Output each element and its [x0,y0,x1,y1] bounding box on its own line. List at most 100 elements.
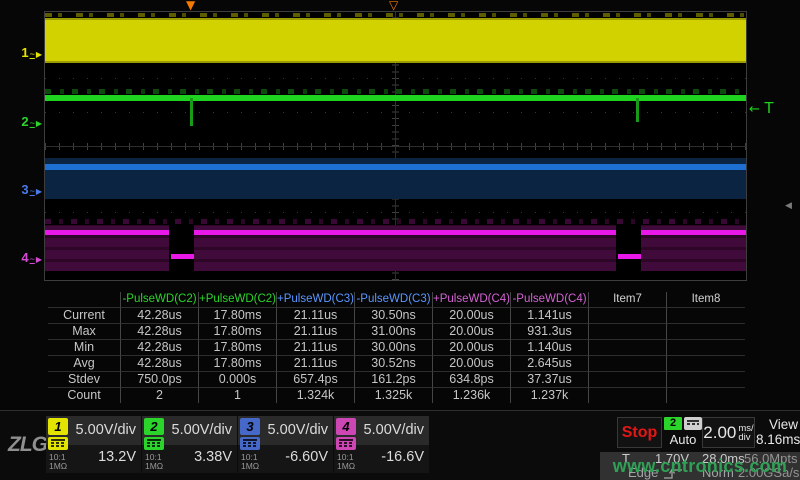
channel-2-badge[interactable]: 2 [144,418,164,435]
measurement-row-label: Max [48,324,121,340]
probe-info: 10:11MΩ [145,453,163,471]
measurement-value-cell [667,340,745,356]
measurement-corner-cell [48,292,121,308]
measurement-value-cell [667,372,745,388]
measurement-value-cell: 1.140us [511,340,589,356]
ch3-trace [45,164,746,170]
measurement-value-cell [667,356,745,372]
measurement-value-cell: 30.00ns [355,340,433,356]
ch2-trace [45,95,746,101]
ch4-noise [45,219,746,224]
vertical-scale[interactable]: 5.00V/div [172,422,232,438]
measurement-value-cell: 17.80ms [199,356,277,372]
measurement-row-label: Current [48,308,121,324]
measurement-value-cell: 20.00us [433,308,511,324]
dc-coupling-icon[interactable] [48,437,68,450]
ch4-pulse-low [171,254,194,259]
measurement-value-cell [589,388,667,403]
channel-4-offset-marker[interactable]: 4~▶ [14,250,42,267]
measurement-value-cell: 1.324k [277,388,355,403]
ground-icon: ~ [30,254,35,264]
measurement-column-header[interactable]: Item7 [589,292,667,308]
measurement-value-cell: 21.11us [277,324,355,340]
dc-coupling-icon[interactable] [336,437,356,450]
measurement-value-cell: 21.11us [277,308,355,324]
vertical-offset[interactable]: 13.2V [98,449,136,465]
arrow-right-icon: ▶ [36,119,42,128]
channel-4-badge[interactable]: 4 [336,418,356,435]
measurement-value-cell: 1 [199,388,277,403]
ground-icon: ~ [30,49,35,59]
measurement-value-cell: 750.0ps [121,372,199,388]
trigger-level-label: T [764,100,774,117]
probe-info: 10:11MΩ [337,453,355,471]
ground-icon: ~ [30,118,35,128]
view-span[interactable]: View 8.16ms [756,417,798,447]
measurement-row-label: Avg [48,356,121,372]
channel-3-settings[interactable]: 3 10:11MΩ 5.00V/div -6.60V [238,416,333,473]
measurement-header-row: -PulseWD(C2)+PulseWD(C2)+PulseWD(C3)-Pul… [48,292,745,308]
view-label: View [769,417,798,432]
trigger-coupling-icon[interactable] [684,417,702,430]
dc-coupling-icon[interactable] [240,437,260,450]
dc-coupling-icon[interactable] [144,437,164,450]
measurement-column-header[interactable]: +PulseWD(C4) [433,292,511,308]
measurement-column-header[interactable]: +PulseWD(C3) [277,292,355,308]
measurement-column-header[interactable]: +PulseWD(C2) [199,292,277,308]
measurement-row: Stdev750.0ps0.000s657.4ps161.2ps634.8ps3… [48,372,745,388]
measurement-value-cell: 2 [121,388,199,403]
trigger-level-marker[interactable]: ← T [749,100,774,119]
vertical-scale[interactable]: 5.00V/div [364,422,424,438]
waveform-display[interactable] [44,11,747,281]
measurement-value-cell: 1.237k [511,388,589,403]
measurement-value-cell: 931.3us [511,324,589,340]
measurement-row: Current42.28us17.80ms21.11us30.50ns20.00… [48,308,745,324]
input-impedance: 1MΩ [49,462,67,471]
trigger-position-marker-icon[interactable]: ▽ [389,0,398,11]
measurement-value-cell: 42.28us [121,324,199,340]
ch2-noise [45,89,746,94]
watermark: www.cntronics.com [600,452,800,480]
vertical-offset[interactable]: 3.38V [194,449,232,465]
channel-3-badge[interactable]: 3 [240,418,260,435]
vertical-scale[interactable]: 5.00V/div [76,422,136,438]
measurement-value-cell: 30.50ns [355,308,433,324]
measurement-value-cell: 42.28us [121,308,199,324]
measurement-column-header[interactable]: -PulseWD(C2) [121,292,199,308]
vertical-offset[interactable]: -6.60V [285,449,328,465]
trigger-mode-label[interactable]: Auto [663,432,703,447]
trigger-delay-marker-icon[interactable]: ▼ [186,0,195,11]
measurement-row-label: Min [48,340,121,356]
measurement-value-cell: 30.52ns [355,356,433,372]
measurement-column-header[interactable]: Item8 [667,292,745,308]
channel-4-settings[interactable]: 4 10:11MΩ 5.00V/div -16.6V [334,416,429,473]
measurement-value-cell: 37.37us [511,372,589,388]
measurement-value-cell: 31.00ns [355,324,433,340]
channel-2-settings[interactable]: 2 10:11MΩ 5.00V/div 3.38V [142,416,237,473]
side-panel-handle-icon[interactable]: ◀ [785,201,792,211]
trigger-source-badge[interactable]: 2 [664,417,682,430]
probe-info: 10:11MΩ [241,453,259,471]
channel-1-badge[interactable]: 1 [48,418,68,435]
measurement-value-cell [589,308,667,324]
vertical-scale[interactable]: 5.00V/div [268,422,328,438]
vertical-offset[interactable]: -16.6V [381,449,424,465]
channel-1-offset-marker[interactable]: 1~▶ [14,45,42,62]
channel-2-offset-marker[interactable]: 2~▶ [14,114,42,131]
timebase-control[interactable]: 2.00 ms/ div [702,417,755,448]
trigger-source-cell[interactable]: 2 Auto [663,417,703,447]
measurement-value-cell: 1.325k [355,388,433,403]
measurement-value-cell: 657.4ps [277,372,355,388]
measurement-value-cell [667,308,745,324]
measurement-column-header[interactable]: -PulseWD(C4) [511,292,589,308]
measurement-row: Max42.28us17.80ms21.11us31.00ns20.00us93… [48,324,745,340]
measurement-value-cell: 2.645us [511,356,589,372]
measurement-value-cell: 17.80ms [199,308,277,324]
measurement-column-header[interactable]: -PulseWD(C3) [355,292,433,308]
input-impedance: 1MΩ [241,462,259,471]
run-state-button[interactable]: Stop [617,417,662,448]
channel-3-offset-marker[interactable]: 3~▶ [14,182,42,199]
measurement-value-cell: 634.8ps [433,372,511,388]
channel-1-settings[interactable]: 110:11MΩ5.00V/div13.2V [46,416,141,473]
measurement-value-cell: 42.28us [121,356,199,372]
